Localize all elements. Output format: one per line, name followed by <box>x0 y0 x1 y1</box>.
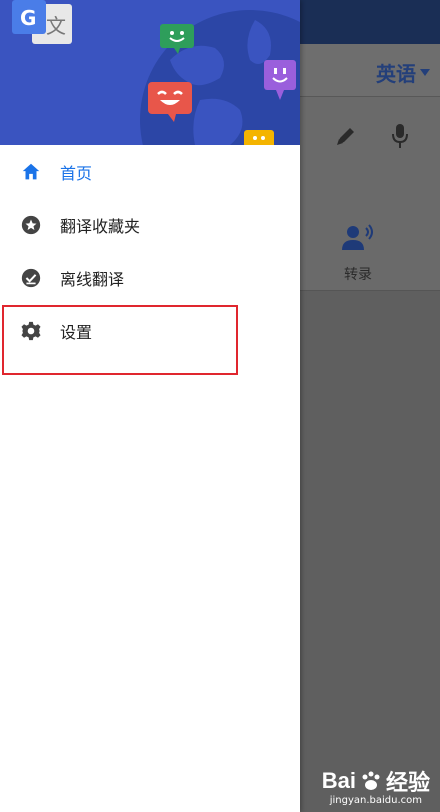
red-chat-bubble-icon <box>148 82 192 122</box>
transcribe-label: 转录 <box>344 267 372 283</box>
offline-check-icon <box>21 268 41 287</box>
menu-item-label: 离线翻译 <box>60 269 125 289</box>
target-language-label: 英语 <box>376 62 416 86</box>
dropdown-arrow-icon <box>420 69 430 76</box>
navigation-drawer: 文 G 首页 翻译收藏夹 离线翻译 设置 <box>0 0 300 812</box>
menu-item-label: 翻译收藏夹 <box>60 216 141 236</box>
google-translate-logo: 文 G <box>12 0 72 44</box>
menu-item-offline[interactable]: 离线翻译 <box>0 251 300 304</box>
settings-highlight-box <box>2 305 238 375</box>
target-language-selector[interactable]: 英语 <box>376 58 430 87</box>
svg-text:文: 文 <box>46 14 66 38</box>
watermark-brand-left: Bai <box>321 768 356 793</box>
watermark-brand-right: 经验 <box>385 770 430 795</box>
yellow-chat-bubble-icon <box>244 130 274 145</box>
paw-icon <box>362 771 380 790</box>
transcribe-icon[interactable] <box>342 224 374 250</box>
purple-chat-bubble-icon <box>264 60 296 100</box>
star-icon <box>21 215 41 234</box>
baidu-jingyan-watermark: Bai 经验 jingyan.baidu.com <box>322 765 430 806</box>
green-chat-bubble-icon <box>160 24 194 54</box>
watermark-url: jingyan.baidu.com <box>329 795 422 806</box>
microphone-icon[interactable] <box>388 122 412 150</box>
svg-text:G: G <box>20 6 36 30</box>
watermark-brand: Bai 经验 <box>322 765 430 797</box>
menu-item-home[interactable]: 首页 <box>0 145 300 198</box>
drawer-header-illustration: 文 G <box>0 0 300 145</box>
menu-item-favorites[interactable]: 翻译收藏夹 <box>0 198 300 251</box>
handwriting-pen-icon[interactable] <box>334 124 358 148</box>
home-icon <box>22 163 40 179</box>
menu-item-label: 首页 <box>60 163 93 183</box>
